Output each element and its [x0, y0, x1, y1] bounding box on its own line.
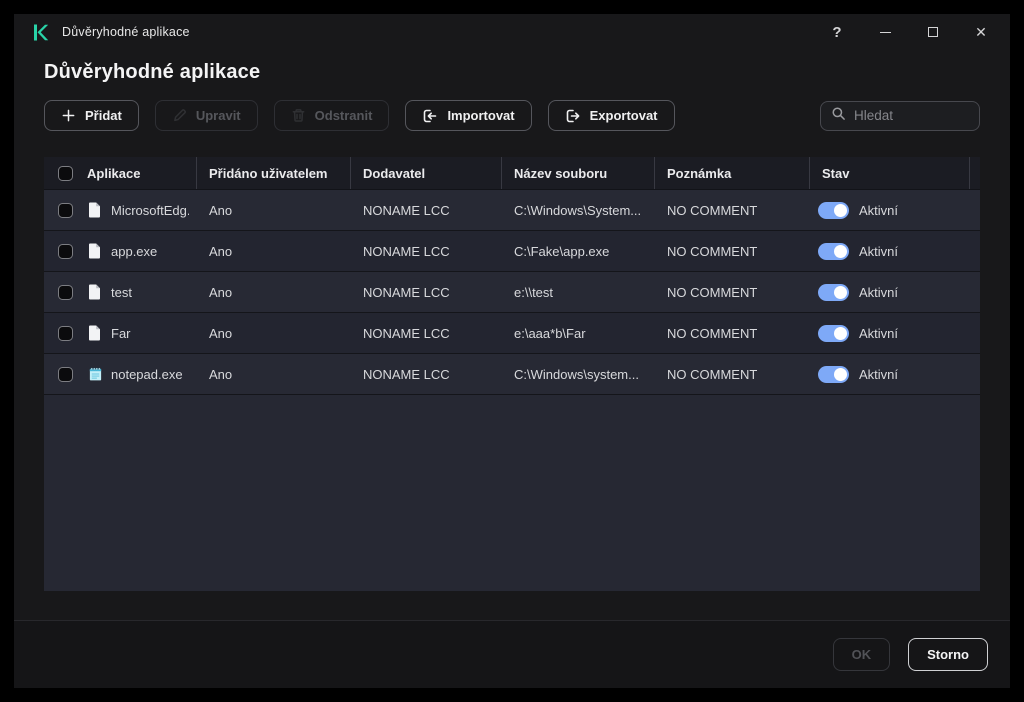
row-checkbox[interactable]: [58, 325, 73, 341]
column-header-dodavatel: Dodavatel: [351, 157, 502, 189]
file-path-cell: e:\\test: [514, 284, 554, 300]
import-button[interactable]: Importovat: [405, 100, 532, 131]
app-name: notepad.exe: [111, 366, 183, 382]
status-label: Aktivní: [859, 366, 899, 382]
added-by-user-cell: Ano: [209, 243, 233, 259]
status-label: Aktivní: [859, 243, 899, 259]
app-name: test: [111, 284, 132, 300]
export-button[interactable]: Exportovat: [547, 100, 675, 131]
delete-button-label: Odstranit: [314, 108, 373, 123]
table-row[interactable]: app.exe Ano NONAME LCC C:\Fake\app.exe N…: [44, 231, 980, 272]
column-header-nazev: Název souboru: [502, 157, 655, 189]
add-button[interactable]: Přidat: [44, 100, 139, 131]
vendor-cell: NONAME LCC: [363, 284, 450, 300]
search-input[interactable]: [854, 108, 969, 123]
add-button-label: Přidat: [85, 108, 122, 123]
vendor-cell: NONAME LCC: [363, 366, 450, 382]
file-path-cell: C:\Fake\app.exe: [514, 243, 610, 259]
plus-icon: [61, 108, 76, 123]
export-button-label: Exportovat: [589, 108, 658, 123]
comment-cell: NO COMMENT: [667, 325, 758, 341]
kaspersky-logo-icon: [30, 22, 50, 42]
comment-cell: NO COMMENT: [667, 284, 758, 300]
toolbar: Přidat Upravit Odstranit Importovat Expo…: [44, 100, 980, 131]
ok-button: OK: [832, 638, 891, 671]
file-icon: [88, 325, 103, 341]
table-row[interactable]: notepad.exe Ano NONAME LCC C:\Windows\sy…: [44, 354, 980, 395]
maximize-icon[interactable]: [918, 19, 948, 45]
file-icon: [88, 284, 103, 300]
comment-cell: NO COMMENT: [667, 366, 758, 382]
notepad-icon: [88, 366, 103, 382]
column-header-pridano: Přidáno uživatelem: [197, 157, 351, 189]
column-header-poznamka: Poznámka: [655, 157, 810, 189]
page-title: Důvěryhodné aplikace: [44, 61, 261, 83]
pencil-icon: [172, 108, 187, 123]
file-path-cell: C:\Windows\System...: [514, 202, 642, 218]
import-icon: [422, 108, 438, 124]
search-box[interactable]: [820, 100, 980, 131]
scrollbar-gutter: [970, 157, 980, 189]
added-by-user-cell: Ano: [209, 325, 233, 341]
file-icon: [88, 202, 103, 218]
import-button-label: Importovat: [447, 108, 515, 123]
trusted-apps-table: Aplikace Přidáno uživatelem Dodavatel Ná…: [44, 157, 980, 591]
status-toggle[interactable]: [818, 201, 849, 219]
edit-button: Upravit: [154, 100, 258, 131]
close-icon[interactable]: ✕: [966, 19, 996, 45]
added-by-user-cell: Ano: [209, 202, 233, 218]
search-icon: [831, 106, 846, 126]
vendor-cell: NONAME LCC: [363, 243, 450, 259]
comment-cell: NO COMMENT: [667, 202, 758, 218]
status-toggle[interactable]: [818, 242, 849, 260]
status-toggle[interactable]: [818, 283, 849, 301]
status-label: Aktivní: [859, 325, 899, 341]
app-window: Důvěryhodné aplikace ? ✕ Důvěryhodné apl…: [14, 14, 1010, 688]
select-all-checkbox[interactable]: [58, 165, 73, 181]
file-path-cell: C:\Windows\system...: [514, 366, 639, 382]
app-name: Far: [111, 325, 131, 341]
added-by-user-cell: Ano: [209, 366, 233, 382]
vendor-cell: NONAME LCC: [363, 325, 450, 341]
status-label: Aktivní: [859, 202, 899, 218]
table-row[interactable]: Far Ano NONAME LCC e:\aaa*b\Far NO COMME…: [44, 313, 980, 354]
delete-button: Odstranit: [273, 100, 390, 131]
app-name: app.exe: [111, 243, 158, 259]
column-header-stav: Stav: [810, 157, 970, 189]
minimize-icon[interactable]: [870, 19, 900, 45]
export-icon: [565, 108, 581, 124]
added-by-user-cell: Ano: [209, 284, 233, 300]
column-header-aplikace: Aplikace: [87, 165, 141, 181]
dialog-footer: OK Storno: [14, 620, 1010, 688]
status-toggle[interactable]: [818, 324, 849, 342]
trash-icon: [291, 108, 306, 123]
window-title: Důvěryhodné aplikace: [62, 25, 190, 39]
vendor-cell: NONAME LCC: [363, 202, 450, 218]
row-checkbox[interactable]: [58, 284, 73, 300]
row-checkbox[interactable]: [58, 202, 73, 218]
table-row[interactable]: MicrosoftEdg... Ano NONAME LCC C:\Window…: [44, 190, 980, 231]
help-icon[interactable]: ?: [822, 19, 852, 45]
table-row[interactable]: test Ano NONAME LCC e:\\test NO COMMENT …: [44, 272, 980, 313]
row-checkbox[interactable]: [58, 366, 73, 382]
status-toggle[interactable]: [818, 365, 849, 383]
comment-cell: NO COMMENT: [667, 243, 758, 259]
titlebar: Důvěryhodné aplikace ? ✕: [14, 14, 1010, 50]
status-label: Aktivní: [859, 284, 899, 300]
edit-button-label: Upravit: [195, 108, 241, 123]
row-checkbox[interactable]: [58, 243, 73, 259]
app-name: MicrosoftEdg...: [111, 202, 189, 218]
file-path-cell: e:\aaa*b\Far: [514, 325, 586, 341]
table-header: Aplikace Přidáno uživatelem Dodavatel Ná…: [44, 157, 980, 190]
file-icon: [88, 243, 103, 259]
cancel-button[interactable]: Storno: [908, 638, 988, 671]
